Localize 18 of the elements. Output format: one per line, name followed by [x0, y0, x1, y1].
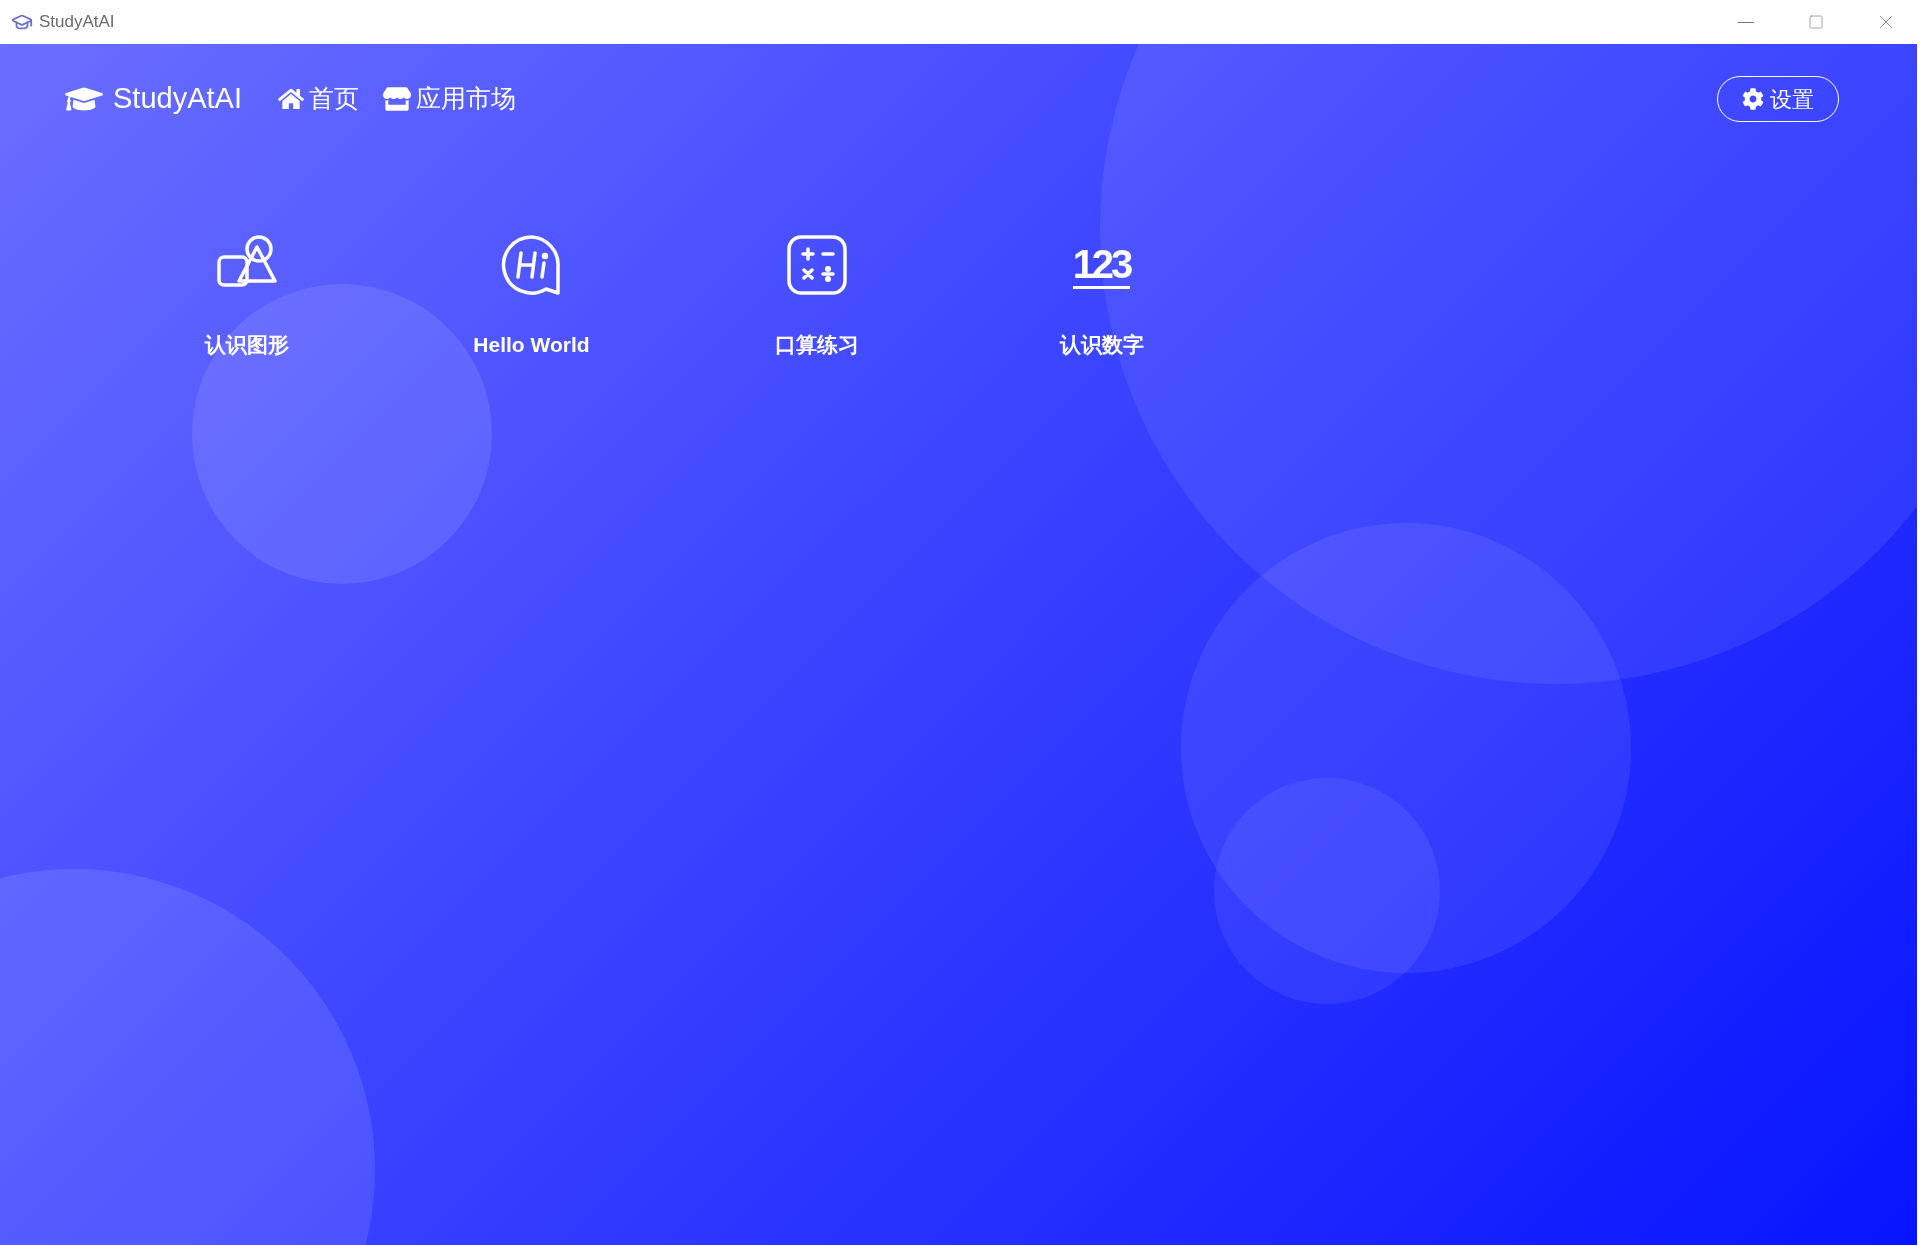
brand-name: StudyAtAI — [113, 81, 242, 117]
app-tile[interactable]: Hello World — [389, 229, 674, 361]
app-tile[interactable]: 口算练习 — [674, 229, 959, 361]
minimize-icon — [1738, 21, 1754, 23]
window-title: StudyAtAI — [39, 11, 115, 34]
app-label: 认识数字 — [1059, 332, 1144, 358]
calculator-icon — [784, 233, 849, 297]
nav-link[interactable]: 应用市场 — [382, 80, 516, 118]
app-tile[interactable]: 认识图形 — [104, 229, 389, 361]
settings-icon — [1742, 88, 1764, 110]
app-label: Hello World — [473, 332, 590, 358]
maximize-icon — [1808, 14, 1824, 30]
nav-link[interactable]: 首页 — [277, 80, 359, 118]
app-label: 口算练习 — [774, 332, 859, 358]
app-label: 认识图形 — [204, 332, 289, 358]
home-icon — [277, 86, 304, 112]
app-tile[interactable]: 123 认识数字 — [959, 229, 1244, 361]
store-icon — [382, 85, 411, 113]
